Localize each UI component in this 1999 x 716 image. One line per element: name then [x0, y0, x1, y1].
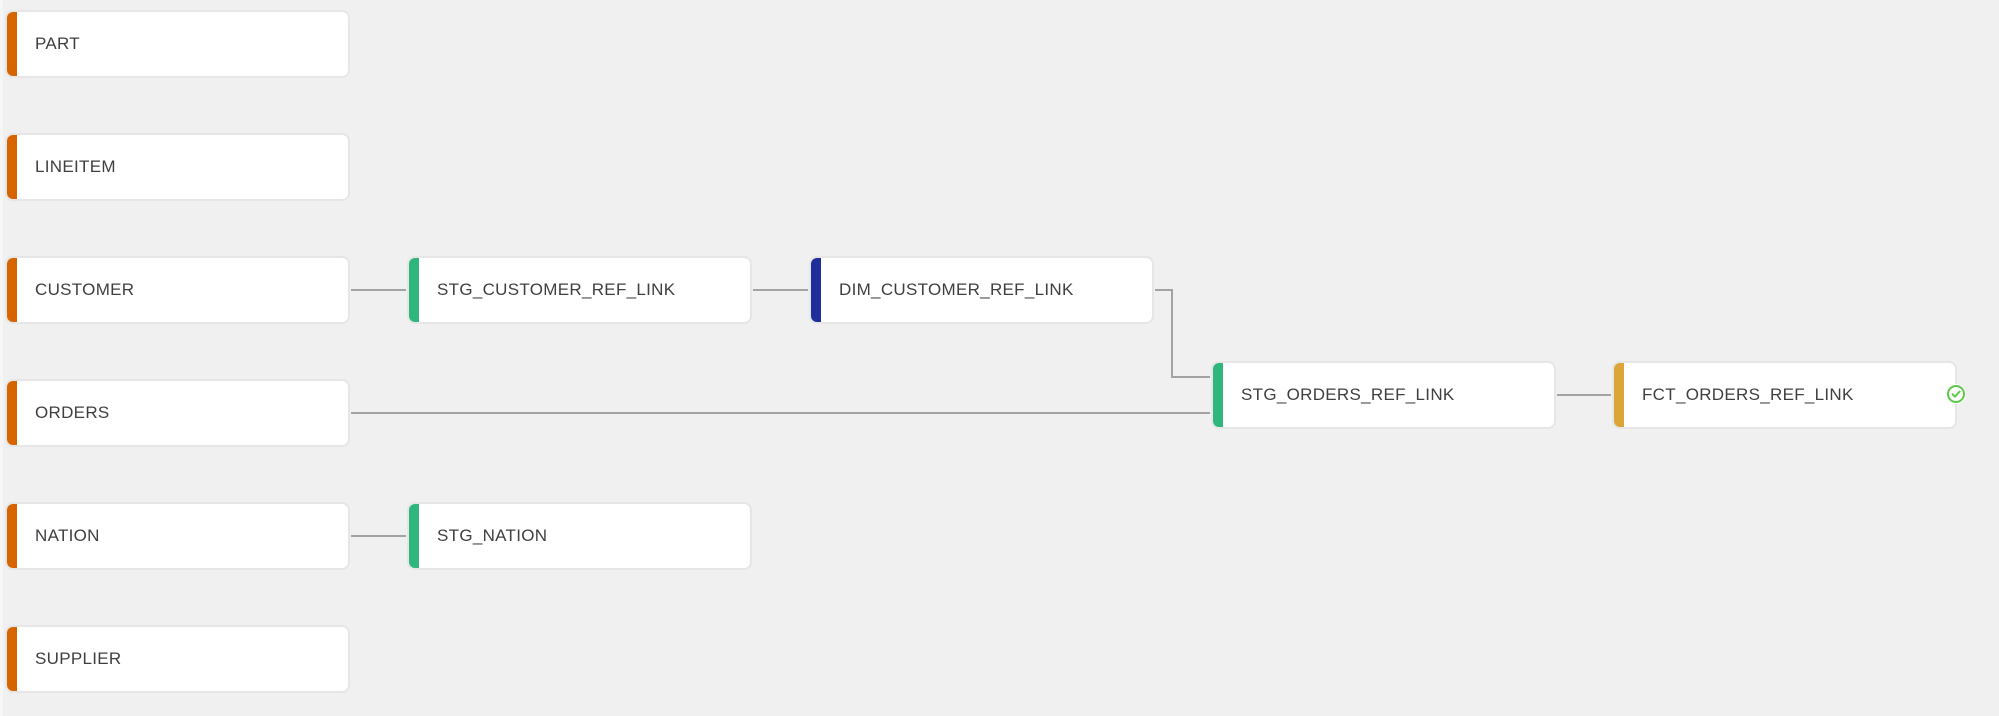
- node-dim-customer-ref-link[interactable]: DIM_CUSTOMER_REF_LINK: [811, 258, 1152, 322]
- node-stg-nation[interactable]: STG_NATION: [409, 504, 750, 568]
- node-accent-staging: [409, 258, 419, 322]
- node-label: STG_NATION: [437, 526, 548, 545]
- node-accent-source: [7, 381, 17, 445]
- node-label: PART: [35, 34, 80, 53]
- node-accent-staging: [409, 504, 419, 568]
- edges-layer: [351, 289, 1611, 537]
- check-circle-icon: [1946, 384, 1966, 404]
- node-label: ORDERS: [35, 403, 110, 422]
- node-accent-source: [7, 12, 17, 76]
- node-label: LINEITEM: [35, 157, 116, 176]
- canvas-left-edge: [0, 0, 3, 716]
- node-stg-customer-ref-link[interactable]: STG_CUSTOMER_REF_LINK: [409, 258, 750, 322]
- node-lineitem[interactable]: LINEITEM: [7, 135, 348, 199]
- node-stg-orders-ref-link[interactable]: STG_ORDERS_REF_LINK: [1213, 363, 1554, 427]
- node-label: SUPPLIER: [35, 649, 122, 668]
- node-fct-orders-ref-link[interactable]: FCT_ORDERS_REF_LINK: [1614, 363, 1966, 427]
- node-supplier[interactable]: SUPPLIER: [7, 627, 348, 691]
- node-accent-source: [7, 258, 17, 322]
- edge-dim-customer-ref-link-to-stg-orders-ref-link: [1155, 289, 1210, 378]
- node-orders[interactable]: ORDERS: [7, 381, 348, 445]
- node-label: DIM_CUSTOMER_REF_LINK: [839, 280, 1074, 299]
- node-label: STG_CUSTOMER_REF_LINK: [437, 280, 676, 299]
- node-label: NATION: [35, 526, 100, 545]
- node-accent-staging: [1213, 363, 1223, 427]
- node-customer[interactable]: CUSTOMER: [7, 258, 348, 322]
- node-label: STG_ORDERS_REF_LINK: [1241, 385, 1455, 404]
- node-accent-source: [7, 504, 17, 568]
- node-label: CUSTOMER: [35, 280, 135, 299]
- node-accent-dimension: [811, 258, 821, 322]
- node-nation[interactable]: NATION: [7, 504, 348, 568]
- node-accent-source: [7, 135, 17, 199]
- node-accent-source: [7, 627, 17, 691]
- node-accent-fact: [1614, 363, 1624, 427]
- node-label: FCT_ORDERS_REF_LINK: [1642, 385, 1854, 404]
- node-part[interactable]: PART: [7, 12, 348, 76]
